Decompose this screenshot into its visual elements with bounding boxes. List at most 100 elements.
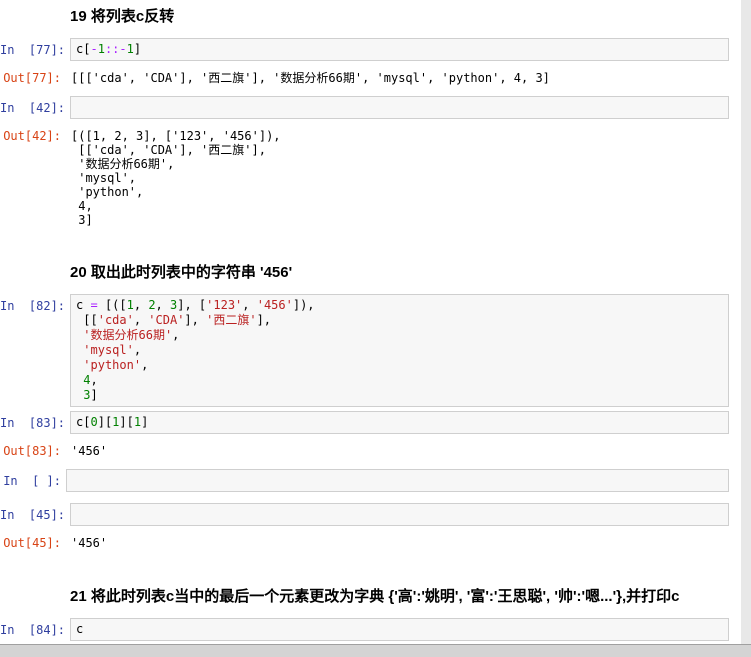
output-cell-42: Out[42]: [([1, 2, 3], ['123', '456']), [… bbox=[0, 123, 751, 237]
vertical-scrollbar-track[interactable] bbox=[741, 0, 751, 644]
code-token: 1 bbox=[126, 42, 134, 56]
output-cell-77: Out[77]: [[['cda', 'CDA'], '西二旗'], '数据分析… bbox=[0, 65, 751, 96]
code-line: [['cda', 'CDA'], '西二旗'], bbox=[76, 313, 723, 328]
code-token: c[ bbox=[76, 42, 91, 56]
code-token: - bbox=[90, 42, 98, 56]
code-token: '数据分析66期' bbox=[83, 328, 173, 342]
code-token: , bbox=[155, 298, 170, 312]
input-prompt-84: In [84]: bbox=[0, 623, 66, 637]
code-input-77[interactable]: c[-1::-1] bbox=[70, 38, 729, 61]
output-text-45: '456' bbox=[66, 536, 729, 550]
output-prompt-77: Out[77]: bbox=[3, 71, 61, 85]
output-line: '456' bbox=[71, 536, 108, 550]
code-token: 'mysql' bbox=[83, 343, 134, 357]
code-line: 3] bbox=[76, 388, 723, 403]
jupyter-notebook-page: 19 将列表c反转 In [77]: c[-1::-1] Out[77]: [[… bbox=[0, 0, 751, 657]
input-prompt-45: In [45]: bbox=[0, 508, 66, 522]
input-prompt-blank: In [ ]: bbox=[3, 474, 61, 488]
code-token: ] bbox=[141, 415, 149, 429]
code-line: 'mysql', bbox=[76, 343, 723, 358]
output-prompt-83: Out[83]: bbox=[3, 444, 61, 458]
code-token: 2 bbox=[148, 298, 156, 312]
output-prompt-45: Out[45]: bbox=[3, 536, 61, 550]
code-input-blank[interactable] bbox=[66, 469, 729, 492]
code-line: c = [([1, 2, 3], ['123', '456']), bbox=[76, 298, 723, 313]
code-cell-77: In [77]: c[-1::-1] bbox=[0, 38, 751, 61]
code-token: , bbox=[133, 298, 149, 312]
output-line: 3] bbox=[71, 213, 93, 227]
input-prompt-82: In [82]: bbox=[0, 299, 66, 313]
code-token: 'CDA' bbox=[148, 313, 185, 327]
code-token: [([ bbox=[97, 298, 127, 312]
code-token: ] bbox=[133, 42, 142, 56]
input-prompt-83: In [83]: bbox=[0, 416, 66, 430]
input-prompt-42: In [42]: bbox=[0, 101, 66, 115]
code-cell-45: In [45]: bbox=[0, 503, 751, 526]
code-token: 3 bbox=[83, 388, 91, 402]
code-input-84[interactable]: c bbox=[70, 618, 729, 641]
code-token: ], bbox=[256, 313, 272, 327]
section-heading-19: 19 将列表c反转 bbox=[70, 8, 175, 25]
code-token: , bbox=[133, 313, 149, 327]
code-token: , bbox=[133, 343, 142, 357]
code-token: ]), bbox=[292, 298, 315, 312]
code-token: :: bbox=[104, 42, 120, 56]
output-cell-83: Out[83]: '456' bbox=[0, 438, 751, 469]
code-cell-42: In [42]: bbox=[0, 96, 751, 119]
code-token: '456' bbox=[256, 298, 293, 312]
code-token: ][ bbox=[97, 415, 113, 429]
code-line: 4, bbox=[76, 373, 723, 388]
code-token: c bbox=[76, 298, 91, 312]
code-input-82[interactable]: c = [([1, 2, 3], ['123', '456']), [['cda… bbox=[70, 294, 729, 407]
input-prompt-77: In [77]: bbox=[0, 43, 66, 57]
output-cell-45: Out[45]: '456' bbox=[0, 530, 751, 561]
output-line: '456' bbox=[71, 444, 108, 458]
code-token: 1 bbox=[133, 415, 142, 429]
section-heading-20: 20 取出此时列表中的字符串 '456' bbox=[70, 264, 293, 281]
code-input-42[interactable] bbox=[70, 96, 729, 119]
output-line: '数据分析66期', bbox=[71, 157, 175, 171]
code-token: , bbox=[90, 373, 98, 387]
output-line: 'python', bbox=[71, 185, 144, 199]
output-line: 4, bbox=[71, 199, 93, 213]
code-token: , bbox=[141, 358, 149, 372]
code-line: c[-1::-1] bbox=[76, 42, 723, 57]
code-line: '数据分析66期', bbox=[76, 328, 723, 343]
code-token: ] bbox=[90, 388, 98, 402]
code-token: [[ bbox=[76, 313, 98, 327]
code-token: = bbox=[90, 298, 98, 312]
code-token: ], [ bbox=[177, 298, 207, 312]
output-text-77: [[['cda', 'CDA'], '西二旗'], '数据分析66期', 'my… bbox=[66, 71, 729, 85]
code-token: 1 bbox=[126, 298, 134, 312]
code-cell-82: In [82]: c = [([1, 2, 3], ['123', '456']… bbox=[0, 294, 751, 407]
code-line: c[0][1][1] bbox=[76, 415, 723, 430]
code-token: ], bbox=[184, 313, 207, 327]
code-token: , bbox=[172, 328, 180, 342]
code-token: '123' bbox=[206, 298, 243, 312]
output-text-42: [([1, 2, 3], ['123', '456']), [['cda', '… bbox=[66, 129, 729, 227]
code-token: 'cda' bbox=[97, 313, 134, 327]
code-token: , bbox=[242, 298, 257, 312]
output-line: [[['cda', 'CDA'], '西二旗'], '数据分析66期', 'my… bbox=[71, 71, 550, 85]
code-token: 1 bbox=[97, 42, 105, 56]
code-token: 4 bbox=[83, 373, 91, 387]
output-line: [([1, 2, 3], ['123', '456']), bbox=[71, 129, 281, 143]
code-token: 0 bbox=[90, 415, 98, 429]
section-heading-21: 21 将此时列表c当中的最后一个元素更改为字典 {'高':'姚明', '富':'… bbox=[70, 588, 680, 605]
bottom-scrollbar-track[interactable] bbox=[0, 644, 751, 657]
code-line: c bbox=[76, 622, 723, 637]
code-input-83[interactable]: c[0][1][1] bbox=[70, 411, 729, 434]
code-cell-83: In [83]: c[0][1][1] bbox=[0, 411, 751, 434]
code-token: ][ bbox=[119, 415, 134, 429]
output-line: 'mysql', bbox=[71, 171, 137, 185]
output-prompt-42: Out[42]: bbox=[3, 129, 61, 143]
code-line: 'python', bbox=[76, 358, 723, 373]
code-token: 'python' bbox=[83, 358, 142, 372]
code-cell-84: In [84]: c bbox=[0, 618, 751, 641]
code-cell-blank: In [ ]: bbox=[0, 469, 751, 492]
code-token: - bbox=[119, 42, 127, 56]
code-input-45[interactable] bbox=[70, 503, 729, 526]
output-text-83: '456' bbox=[66, 444, 729, 458]
